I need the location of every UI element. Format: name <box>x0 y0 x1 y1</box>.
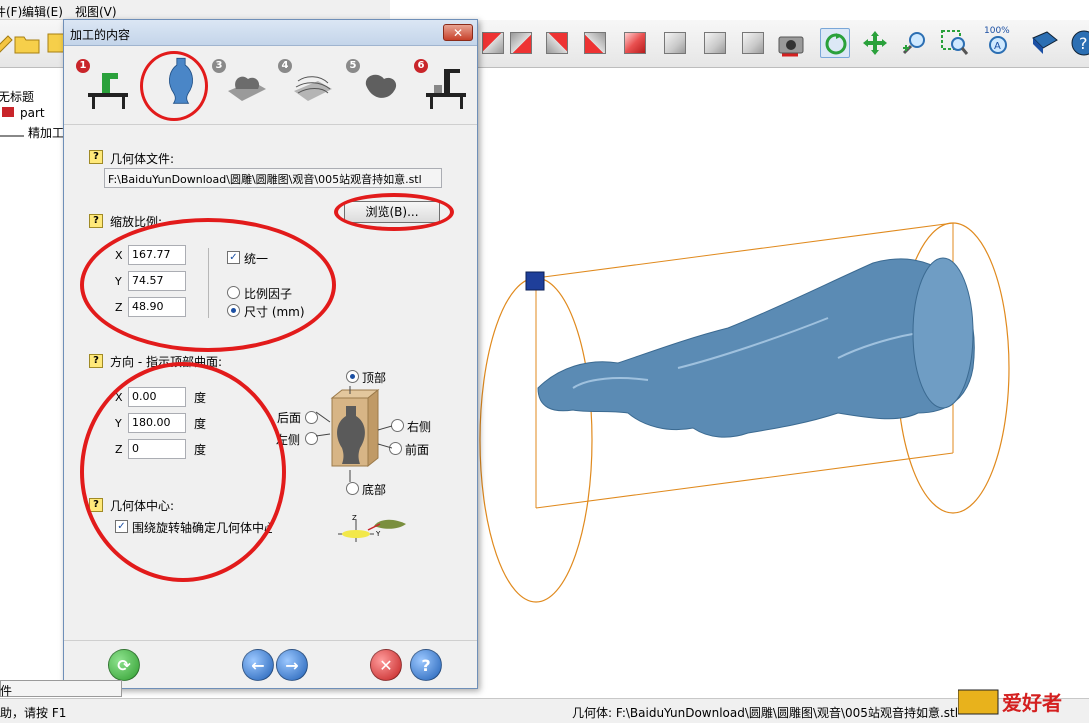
menu-edit[interactable]: 编辑(E) <box>22 3 63 20</box>
back-button[interactable]: ← <box>242 649 274 681</box>
model-base <box>912 257 974 409</box>
menu-file[interactable]: 件(F) <box>0 3 22 20</box>
brand-logo: 爱好者 <box>957 684 1084 718</box>
axis-y-label: Y <box>376 530 381 538</box>
cancel-x-icon: ✕ <box>379 655 393 675</box>
view-iso2-icon[interactable] <box>738 28 768 58</box>
next-button[interactable]: → <box>276 649 308 681</box>
step-5[interactable]: 5 <box>346 47 408 123</box>
orientation-cube-icon <box>316 386 392 482</box>
face-top-radio[interactable] <box>346 370 359 383</box>
zoom-100-label: 100% <box>984 26 1010 36</box>
toolpath-block-icon <box>294 76 332 101</box>
step-3[interactable]: 3 <box>212 47 274 123</box>
scale-annotation <box>80 218 336 352</box>
rough-block-icon <box>228 76 266 101</box>
finished-part-icon <box>365 74 397 98</box>
step-strip: 1 3 4 5 6 <box>64 47 477 125</box>
arrow-left-icon: ← <box>251 655 265 675</box>
camera-icon[interactable] <box>776 28 806 58</box>
geometry-file-path[interactable]: F:\BaiduYunDownload\圆雕\圆雕图\观音\005站观音持如意.… <box>104 168 442 188</box>
step-4[interactable]: 4 <box>278 47 340 123</box>
guanyin-model <box>537 258 975 438</box>
tree-item-part-label: part <box>20 106 45 120</box>
face-top-label: 顶部 <box>362 371 387 385</box>
machine-table-icon <box>88 73 128 109</box>
face-right-label: 右侧 <box>407 420 432 434</box>
bottom-left-label: 件 <box>0 684 13 698</box>
face-back-label: 后面 <box>277 411 302 425</box>
rotate-view-icon[interactable] <box>820 28 850 58</box>
face-right-radio[interactable] <box>391 419 404 432</box>
zoom-100-icon[interactable]: 100% A <box>984 26 1014 58</box>
help-icon[interactable]: ? <box>1068 28 1089 58</box>
tree-item-part[interactable]: part <box>2 106 45 122</box>
zoom-in-icon[interactable] <box>900 28 930 58</box>
book-icon[interactable] <box>1030 28 1060 58</box>
3d-viewport[interactable] <box>478 68 1089 698</box>
view-top-icon[interactable] <box>506 28 536 58</box>
status-bar: 助，请按 F1 几何体: F:\BaiduYunDownload\圆雕\圆雕图\… <box>0 698 1089 723</box>
browse-annotation <box>334 193 454 231</box>
view-iso-icon[interactable] <box>700 28 730 58</box>
open-folder-icon[interactable] <box>12 28 42 58</box>
help-scale-icon[interactable]: ? <box>89 214 103 228</box>
view-right-icon[interactable] <box>542 28 572 58</box>
geometry-file-label: 几何体文件: <box>110 152 175 166</box>
menu-view[interactable]: 视图(V) <box>75 3 117 20</box>
help-orientation-icon[interactable]: ? <box>89 354 103 368</box>
face-bottom-radio[interactable] <box>346 482 359 495</box>
face-bottom-label: 底部 <box>362 483 387 497</box>
close-button[interactable]: ✕ <box>443 24 473 41</box>
origin-marker <box>525 271 545 291</box>
close-icon: ✕ <box>452 25 464 40</box>
svg-text:A: A <box>994 41 1001 52</box>
toolpath-icon <box>0 129 24 137</box>
cancel-button[interactable]: ✕ <box>370 649 402 681</box>
status-help-text: 助，请按 F1 <box>0 706 67 720</box>
arrow-right-icon: → <box>285 655 299 675</box>
view-left-icon[interactable] <box>580 28 610 58</box>
dialog-title: 加工的内容 <box>70 28 131 42</box>
help-geometry-file-icon[interactable]: ? <box>89 150 103 164</box>
pan-view-icon[interactable] <box>860 28 890 58</box>
orientation-annotation <box>80 362 286 582</box>
brand-logo-icon: 爱好者 <box>957 689 1062 715</box>
bottom-left-panel <box>0 680 122 697</box>
step-1[interactable]: 1 <box>76 47 138 123</box>
view-bottom-icon[interactable] <box>620 28 650 58</box>
axis-center-icon <box>338 519 406 542</box>
menu-bar: 件(F) 编辑(E) 视图(V) <box>0 0 390 20</box>
step-6[interactable]: 6 <box>414 47 476 123</box>
view-front-red-icon[interactable] <box>478 28 508 58</box>
tree-item-finish[interactable]: 精加工 <box>0 124 64 140</box>
face-front-label: 前面 <box>405 443 430 457</box>
part-icon <box>2 107 14 117</box>
machining-content-dialog: 加工的内容 ✕ 1 3 4 5 6 ? 几何体文件: F:\BaiduYunDo… <box>63 19 478 689</box>
dialog-titlebar[interactable]: 加工的内容 ✕ <box>64 20 477 46</box>
status-geometry-path: 几何体: F:\BaiduYunDownload\圆雕\圆雕图\观音\005站观… <box>572 706 959 720</box>
dialog-footer: ⟳ ← → ✕ ? <box>64 640 477 688</box>
axis-z-label: Z <box>352 514 357 522</box>
brand-text: 爱好者 <box>1002 691 1062 715</box>
reset-button[interactable]: ⟳ <box>108 649 140 681</box>
step-2-annotation <box>140 51 208 121</box>
question-icon: ? <box>421 655 431 675</box>
refresh-icon: ⟳ <box>117 655 131 675</box>
tree-pane: 无标题 part 精加工 <box>0 68 66 680</box>
output-machine-icon <box>426 69 466 109</box>
tree-root-label: 无标题 <box>0 90 35 104</box>
svg-text:?: ? <box>1079 34 1088 53</box>
dialog-help-button[interactable]: ? <box>410 649 442 681</box>
tree-root[interactable]: 无标题 <box>0 88 34 104</box>
tree-item-finish-label: 精加工 <box>28 126 65 140</box>
zoom-window-icon[interactable] <box>940 28 970 58</box>
model-view-svg <box>479 222 1010 603</box>
view-back-icon[interactable] <box>660 28 690 58</box>
